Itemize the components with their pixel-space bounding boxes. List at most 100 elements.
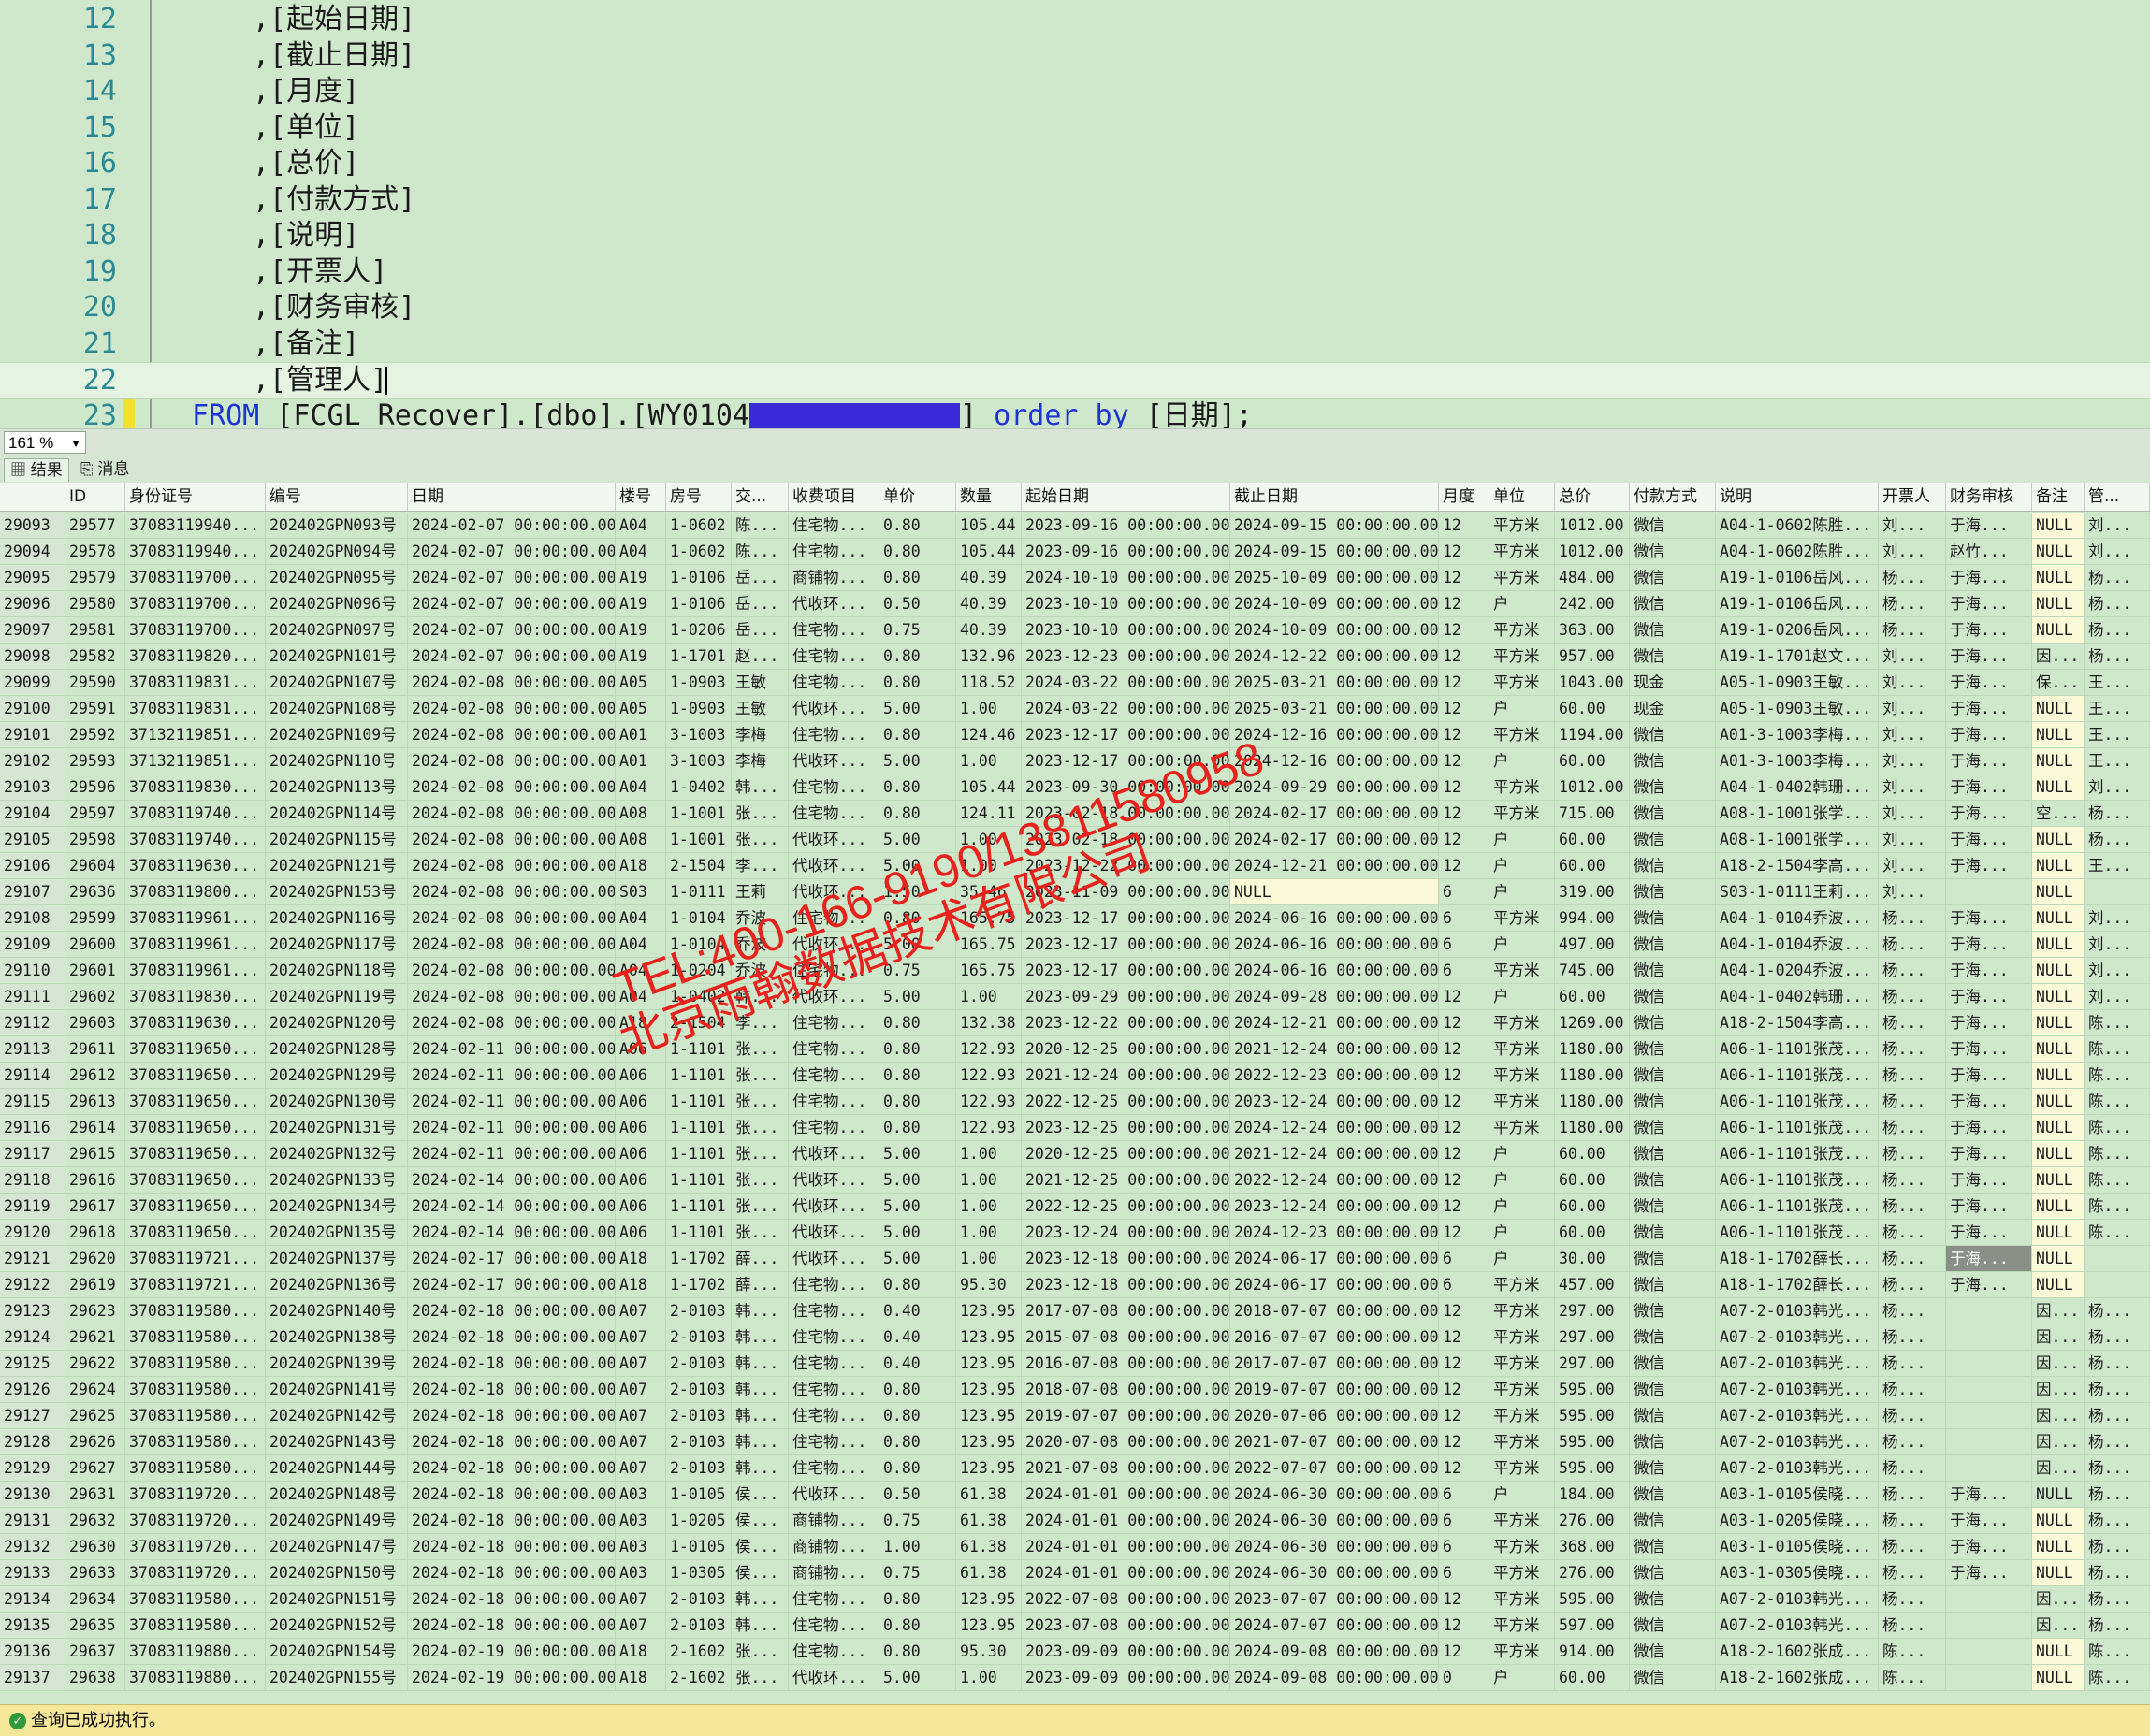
grid-cell[interactable]: NULL (2032, 853, 2085, 879)
grid-cell[interactable]: 12 (1439, 1036, 1489, 1063)
grid-cell[interactable]: 住宅物... (789, 670, 879, 696)
grid-cell[interactable]: 2024-02-07 00:00:00.000 (408, 565, 616, 591)
grid-cell[interactable]: 202402GPN136号 (266, 1272, 408, 1298)
grid-cell[interactable]: 2024-02-17 00:00:00.000 (1230, 827, 1439, 853)
grid-cell[interactable]: 124.11 (956, 801, 1022, 827)
grid-cell[interactable]: 刘... (2085, 932, 2150, 958)
grid-cell[interactable]: 5.00 (879, 1220, 956, 1246)
table-row[interactable]: 29134 29634 37083119580... 202402GPN151号 202… (0, 1586, 2150, 1613)
grid-cell[interactable]: 29612 (65, 1063, 125, 1089)
grid-cell[interactable] (1946, 1377, 2032, 1403)
grid-cell[interactable]: 0.80 (879, 1272, 956, 1298)
grid-cell[interactable]: 杨... (2085, 1508, 2150, 1534)
grid-cell[interactable]: 12 (1439, 1141, 1489, 1167)
grid-cell[interactable]: 12 (1439, 1115, 1489, 1141)
grid-cell[interactable]: 40.39 (956, 591, 1022, 617)
grid-cell[interactable]: 202402GPN120号 (266, 1010, 408, 1036)
grid-cell[interactable]: 住宅物... (789, 1429, 879, 1455)
grid-cell[interactable]: 陈... (732, 513, 789, 539)
grid-cell[interactable]: 5.00 (879, 853, 956, 879)
grid-cell[interactable]: A06-1-1101张茂... (1716, 1115, 1879, 1141)
grid-cell[interactable]: 韩... (732, 1586, 789, 1613)
grid-cell[interactable]: 2024-02-18 00:00:00.000 (408, 1377, 616, 1403)
grid-cell[interactable]: 745.00 (1555, 958, 1630, 984)
grid-cell[interactable]: 37083119650... (125, 1141, 266, 1167)
grid-cell[interactable]: 于海... (1946, 1063, 2032, 1089)
code-line-from[interactable]: 23 FROM [FCGL Recover].[dbo].[WY0104] ord… (0, 398, 2150, 428)
grid-cell[interactable]: 2024-02-18 00:00:00.000 (408, 1455, 616, 1482)
grid-cell[interactable]: 1180.00 (1555, 1089, 1630, 1115)
grid-cell[interactable]: 37083119880... (125, 1639, 266, 1665)
code-line[interactable]: 22 ,[管理人] (0, 362, 2150, 399)
grid-cell[interactable]: 0.80 (879, 905, 956, 932)
grid-cell[interactable]: 因... (2032, 1324, 2085, 1351)
grid-cell[interactable]: 于海... (1946, 748, 2032, 774)
grid-cell[interactable]: 保... (2032, 670, 2085, 696)
grid-cell[interactable]: 1-0106 (666, 591, 732, 617)
grid-cell[interactable]: 2023-09-09 00:00:00.000 (1022, 1639, 1230, 1665)
grid-cell[interactable]: 平方米 (1489, 801, 1555, 827)
row-number[interactable]: 29120 (0, 1220, 65, 1246)
grid-cell[interactable]: 刘... (2085, 513, 2150, 539)
table-row[interactable]: 29094 29578 37083119940... 202402GPN094号 202… (0, 539, 2150, 565)
grid-cell[interactable]: 5.00 (879, 696, 956, 722)
grid-cell[interactable]: 杨... (1879, 1613, 1946, 1639)
grid-cell[interactable]: 202402GPN121号 (266, 853, 408, 879)
grid-cell[interactable]: 0.80 (879, 513, 956, 539)
grid-cell[interactable]: 123.95 (956, 1324, 1022, 1351)
grid-cell[interactable]: 张... (732, 1639, 789, 1665)
grid-cell[interactable]: 杨... (2085, 1324, 2150, 1351)
grid-cell[interactable]: 住宅物... (789, 1036, 879, 1063)
grid-cell[interactable]: A06 (616, 1089, 666, 1115)
grid-cell[interactable]: 杨... (2085, 1351, 2150, 1377)
grid-cell[interactable]: 杨... (1879, 1482, 1946, 1508)
grid-cell[interactable]: 484.00 (1555, 565, 1630, 591)
grid-cell[interactable]: A08-1-1001张学... (1716, 801, 1879, 827)
column-header[interactable]: 开票人 (1879, 483, 1946, 511)
grid-cell[interactable]: A18-2-1602张成... (1716, 1665, 1879, 1691)
grid-cell[interactable]: 105.44 (956, 774, 1022, 801)
grid-cell[interactable]: 乔波 (732, 958, 789, 984)
grid-cell[interactable]: 29637 (65, 1639, 125, 1665)
grid-cell[interactable]: 29619 (65, 1272, 125, 1298)
grid-cell[interactable]: 平方米 (1489, 1586, 1555, 1613)
grid-cell[interactable]: 杨... (1879, 1324, 1946, 1351)
grid-cell[interactable] (1946, 1429, 2032, 1455)
row-number[interactable]: 29134 (0, 1586, 65, 1613)
grid-cell[interactable]: A08 (616, 801, 666, 827)
grid-cell[interactable]: 2024-09-29 00:00:00.000 (1230, 774, 1439, 801)
grid-cell[interactable]: 165.75 (956, 958, 1022, 984)
grid-cell[interactable]: NULL (2032, 1167, 2085, 1194)
grid-cell[interactable]: 202402GPN113号 (266, 774, 408, 801)
grid-cell[interactable]: 平方米 (1489, 1429, 1555, 1455)
grid-cell[interactable]: 2024-02-11 00:00:00.000 (408, 1089, 616, 1115)
grid-cell[interactable]: 29602 (65, 984, 125, 1010)
grid-cell[interactable]: 202402GPN117号 (266, 932, 408, 958)
grid-cell[interactable]: A18 (616, 1010, 666, 1036)
grid-cell[interactable]: 2020-07-08 00:00:00.000 (1022, 1429, 1230, 1455)
grid-cell[interactable]: 37083119580... (125, 1377, 266, 1403)
table-row[interactable]: 29121 29620 37083119721... 202402GPN137号 202… (0, 1246, 2150, 1272)
grid-cell[interactable]: 平方米 (1489, 905, 1555, 932)
grid-cell[interactable]: 202402GPN134号 (266, 1194, 408, 1220)
grid-cell[interactable]: 赵... (732, 644, 789, 670)
results-grid[interactable]: ID 身份证号 编号 日期 楼号 房号 交... 收费项目 单价 数量 起始日期 截止日期 月度 单位 总价… (0, 483, 2150, 1694)
grid-cell[interactable]: 杨... (2085, 617, 2150, 644)
grid-cell[interactable]: NULL (2032, 1063, 2085, 1089)
grid-cell[interactable]: 陈... (2085, 1194, 2150, 1220)
grid-cell[interactable]: 2024-02-08 00:00:00.000 (408, 905, 616, 932)
grid-cell[interactable]: 165.75 (956, 905, 1022, 932)
table-row[interactable]: 29098 29582 37083119820... 202402GPN101号 202… (0, 644, 2150, 670)
grid-cell[interactable]: 0.80 (879, 1089, 956, 1115)
grid-cell[interactable]: 户 (1489, 591, 1555, 617)
grid-cell[interactable]: 2017-07-07 00:00:00.000 (1230, 1351, 1439, 1377)
grid-cell[interactable]: 杨... (1879, 1194, 1946, 1220)
grid-cell[interactable]: 于海... (1946, 565, 2032, 591)
grid-cell[interactable]: A06-1-1101张茂... (1716, 1063, 1879, 1089)
grid-cell[interactable]: A07 (616, 1613, 666, 1639)
grid-cell[interactable]: 37083119700... (125, 617, 266, 644)
grid-cell[interactable]: 2024-12-22 00:00:00.000 (1230, 644, 1439, 670)
grid-cell[interactable]: 2024-12-23 00:00:00.000 (1230, 1220, 1439, 1246)
grid-cell[interactable]: A06 (616, 1167, 666, 1194)
table-row[interactable]: 29136 29637 37083119880... 202402GPN154号 202… (0, 1639, 2150, 1665)
